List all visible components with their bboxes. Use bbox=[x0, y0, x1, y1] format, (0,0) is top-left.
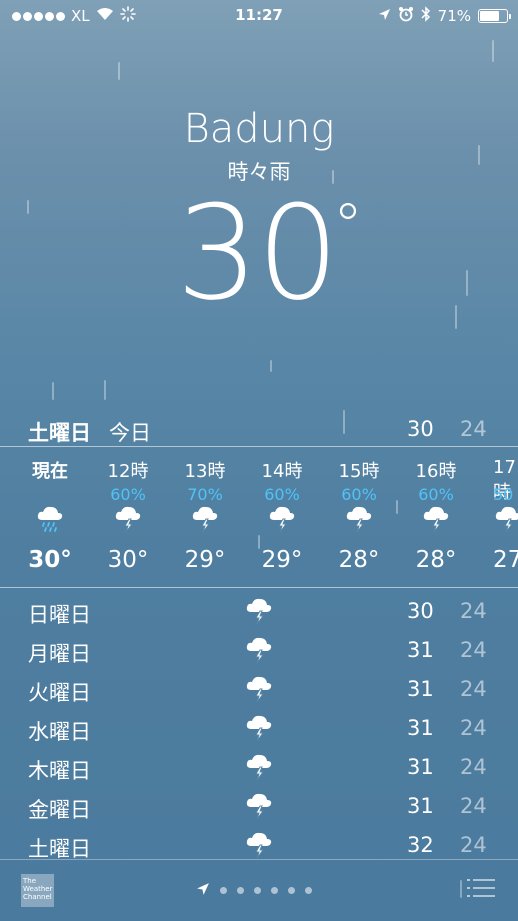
list-item: 日曜日 30 24 bbox=[0, 594, 518, 632]
hour-precip: 60% bbox=[341, 485, 377, 504]
hour-time: 14時 bbox=[261, 461, 303, 482]
list-item: 金曜日 31 24 bbox=[0, 789, 518, 827]
hour-time: 16時 bbox=[415, 461, 457, 482]
bottom-toolbar: The Weather Channel bbox=[0, 859, 518, 921]
rain-cloud-icon bbox=[10, 505, 90, 535]
day-name: 火曜日 bbox=[28, 681, 91, 705]
bluetooth-icon bbox=[421, 6, 431, 26]
day-high: 30 bbox=[407, 599, 434, 623]
thunderstorm-icon bbox=[88, 505, 168, 535]
alarm-clock-icon bbox=[398, 6, 414, 26]
thunderstorm-icon bbox=[165, 505, 245, 535]
day-name: 水曜日 bbox=[28, 720, 91, 744]
hour-temp: 27 bbox=[493, 547, 518, 573]
thunderstorm-icon bbox=[319, 505, 399, 535]
thunderstorm-icon bbox=[244, 675, 274, 708]
hour-time: 15時 bbox=[338, 461, 380, 482]
hour-precip: 60% bbox=[418, 485, 454, 504]
hour-item: 14時 60% 29° bbox=[242, 448, 322, 573]
hour-time: 12時 bbox=[107, 461, 149, 482]
day-low: 24 bbox=[460, 599, 487, 623]
hour-item: 現在 30° bbox=[10, 448, 90, 573]
current-temperature: 30 bbox=[176, 177, 339, 329]
list-item: 水曜日 31 24 bbox=[0, 711, 518, 749]
divider-bottom bbox=[0, 587, 518, 588]
thunderstorm-icon bbox=[396, 505, 476, 535]
battery-icon bbox=[478, 9, 511, 23]
day-high: 31 bbox=[407, 677, 434, 701]
hour-item: 15時 60% 28° bbox=[319, 448, 399, 573]
hour-precip: 60% bbox=[264, 485, 300, 504]
today-low: 24 bbox=[460, 417, 487, 441]
city-name: Badung bbox=[183, 106, 335, 152]
battery-percent: 71% bbox=[437, 7, 471, 25]
hour-precip bbox=[10, 485, 90, 505]
hour-item: 17時 50 27 bbox=[473, 448, 518, 573]
hour-time: 17時 bbox=[493, 457, 516, 503]
day-name: 木曜日 bbox=[28, 759, 91, 783]
weather-channel-logo[interactable]: The Weather Channel bbox=[21, 874, 54, 907]
day-high: 31 bbox=[407, 755, 434, 779]
divider-top bbox=[0, 446, 518, 447]
hour-time: 13時 bbox=[184, 461, 226, 482]
day-name: 月曜日 bbox=[28, 642, 91, 666]
page-dot[interactable] bbox=[220, 887, 227, 894]
hour-temp: 30° bbox=[28, 547, 72, 573]
thunderstorm-icon bbox=[244, 636, 274, 669]
thunderstorm-icon bbox=[244, 597, 274, 630]
day-low: 24 bbox=[460, 755, 487, 779]
day-high: 31 bbox=[407, 716, 434, 740]
today-high: 30 bbox=[407, 417, 434, 441]
page-dot[interactable] bbox=[271, 887, 278, 894]
day-high: 31 bbox=[407, 638, 434, 662]
location-arrow-icon bbox=[378, 7, 391, 25]
hour-temp: 28° bbox=[415, 547, 457, 573]
day-high: 32 bbox=[407, 833, 434, 857]
list-item: 火曜日 31 24 bbox=[0, 672, 518, 710]
thunderstorm-icon bbox=[493, 505, 518, 535]
day-low: 24 bbox=[460, 677, 487, 701]
location-arrow-icon[interactable] bbox=[196, 881, 210, 900]
day-name: 日曜日 bbox=[28, 603, 91, 627]
today-label: 今日 bbox=[109, 421, 151, 445]
page-dot[interactable] bbox=[305, 887, 312, 894]
hour-temp: 29° bbox=[184, 547, 226, 573]
hour-temp: 30° bbox=[107, 547, 149, 573]
list-item: 木曜日 31 24 bbox=[0, 750, 518, 788]
hour-precip: 50 bbox=[493, 485, 514, 504]
degree-symbol: ° bbox=[333, 191, 363, 261]
hour-time: 現在 bbox=[32, 461, 68, 482]
today-day: 土曜日 bbox=[28, 421, 91, 445]
hour-item: 12時 60% 30° bbox=[88, 448, 168, 573]
day-low: 24 bbox=[460, 794, 487, 818]
list-icon[interactable] bbox=[466, 877, 496, 903]
list-item: 月曜日 31 24 bbox=[0, 633, 518, 671]
day-low: 24 bbox=[460, 716, 487, 740]
hour-temp: 29° bbox=[261, 547, 303, 573]
thunderstorm-icon bbox=[244, 714, 274, 747]
day-low: 24 bbox=[460, 638, 487, 662]
page-dot[interactable] bbox=[288, 887, 295, 894]
hourly-forecast[interactable]: 現在 30° 12時 60% 30° 13時 70% 29° 14時 60% 2… bbox=[0, 448, 518, 588]
day-low: 24 bbox=[460, 833, 487, 857]
page-control[interactable] bbox=[196, 881, 312, 900]
hour-temp: 28° bbox=[338, 547, 380, 573]
thunderstorm-icon bbox=[244, 753, 274, 786]
day-name: 金曜日 bbox=[28, 798, 91, 822]
hour-precip: 70% bbox=[187, 485, 223, 504]
hour-item: 16時 60% 28° bbox=[396, 448, 476, 573]
day-high: 31 bbox=[407, 794, 434, 818]
thunderstorm-icon bbox=[244, 792, 274, 825]
thunderstorm-icon bbox=[242, 505, 322, 535]
hour-item: 13時 70% 29° bbox=[165, 448, 245, 573]
status-bar: XL 11:27 71% bbox=[0, 0, 518, 32]
page-dot[interactable] bbox=[254, 887, 261, 894]
page-dot[interactable] bbox=[237, 887, 244, 894]
hour-precip: 60% bbox=[110, 485, 146, 504]
today-summary: 土曜日 今日 30 24 bbox=[0, 413, 518, 447]
